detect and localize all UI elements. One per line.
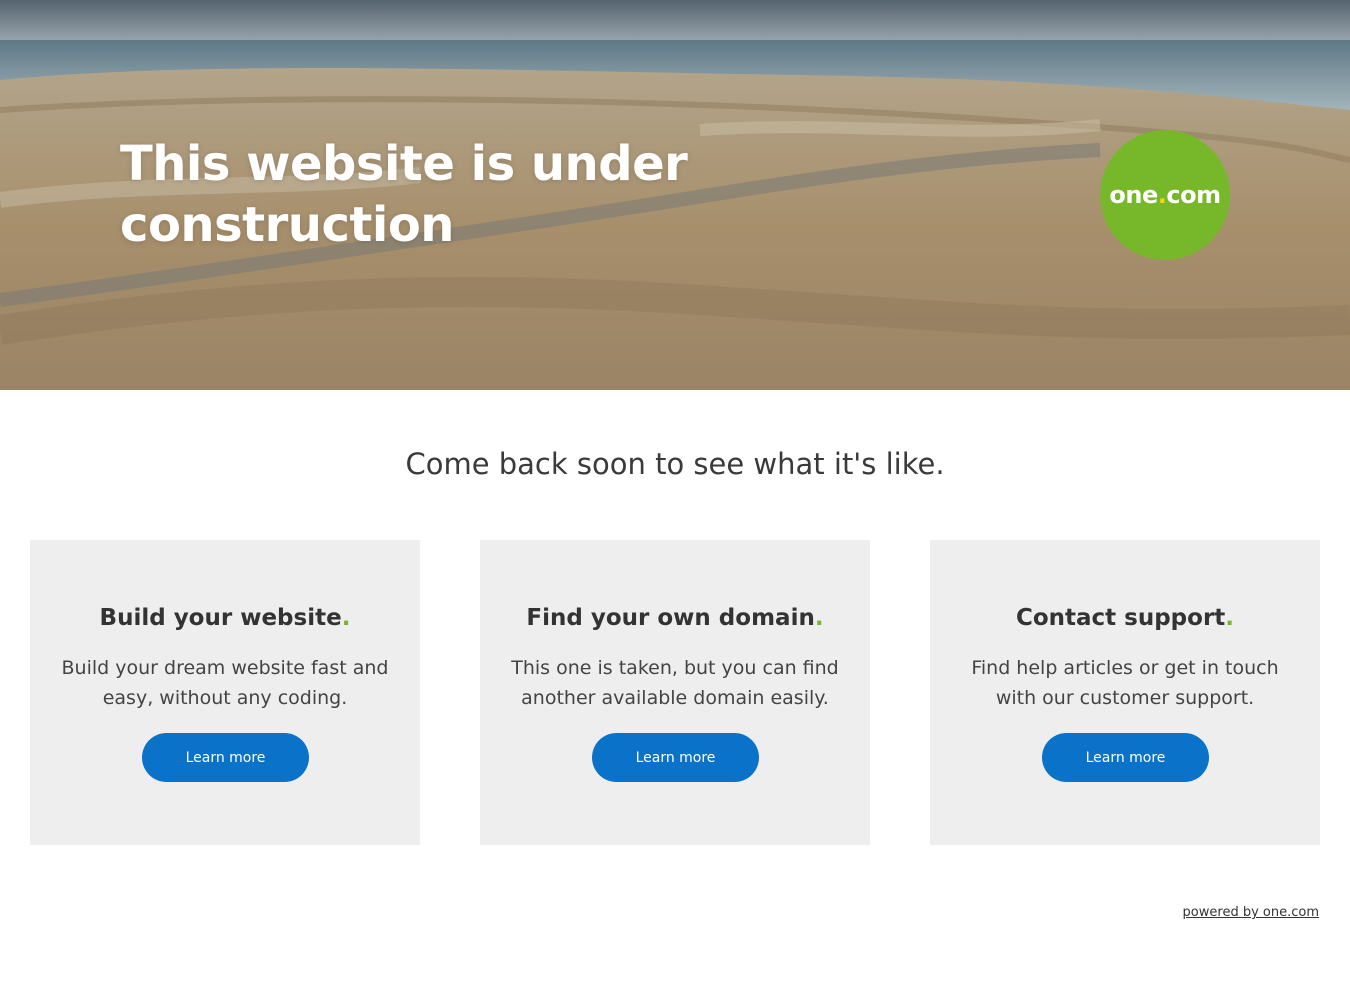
learn-more-button-support[interactable]: Learn more	[1042, 733, 1209, 782]
card-title-dot: .	[341, 605, 351, 631]
card-title: Contact support.	[930, 600, 1320, 636]
logo-dot: .	[1157, 181, 1167, 209]
card-title-text: Contact support	[1015, 605, 1226, 631]
tagline: Come back soon to see what it's like.	[405, 447, 945, 481]
card-title: Build your website.	[30, 600, 420, 636]
logo-text: one	[1109, 181, 1158, 209]
card-title-text: Build your website	[99, 605, 342, 631]
learn-more-button-build[interactable]: Learn more	[142, 733, 309, 782]
card-description: This one is taken, but you can find anot…	[511, 657, 839, 709]
card-description: Find help articles or get in touch with …	[971, 657, 1279, 709]
card-contact-support: Contact support. Find help articles or g…	[930, 540, 1320, 845]
card-title-dot: .	[814, 605, 824, 631]
card-title-dot: .	[1225, 605, 1235, 631]
logo-suffix: com	[1166, 181, 1221, 209]
page-title: This website is under construction	[120, 136, 688, 253]
card-title: Find your own domain.	[480, 600, 870, 636]
card-build-website: Build your website. Build your dream web…	[30, 540, 420, 845]
card-find-domain: Find your own domain. This one is taken,…	[480, 540, 870, 845]
onecom-logo[interactable]: one. com	[1100, 130, 1230, 260]
powered-by-link[interactable]: powered by one.com	[1183, 905, 1319, 920]
card-title-text: Find your own domain	[526, 605, 815, 631]
card-description: Build your dream website fast and easy, …	[61, 657, 389, 709]
hero-banner: This website is under construction one. c…	[0, 0, 1350, 390]
learn-more-button-domain[interactable]: Learn more	[592, 733, 759, 782]
